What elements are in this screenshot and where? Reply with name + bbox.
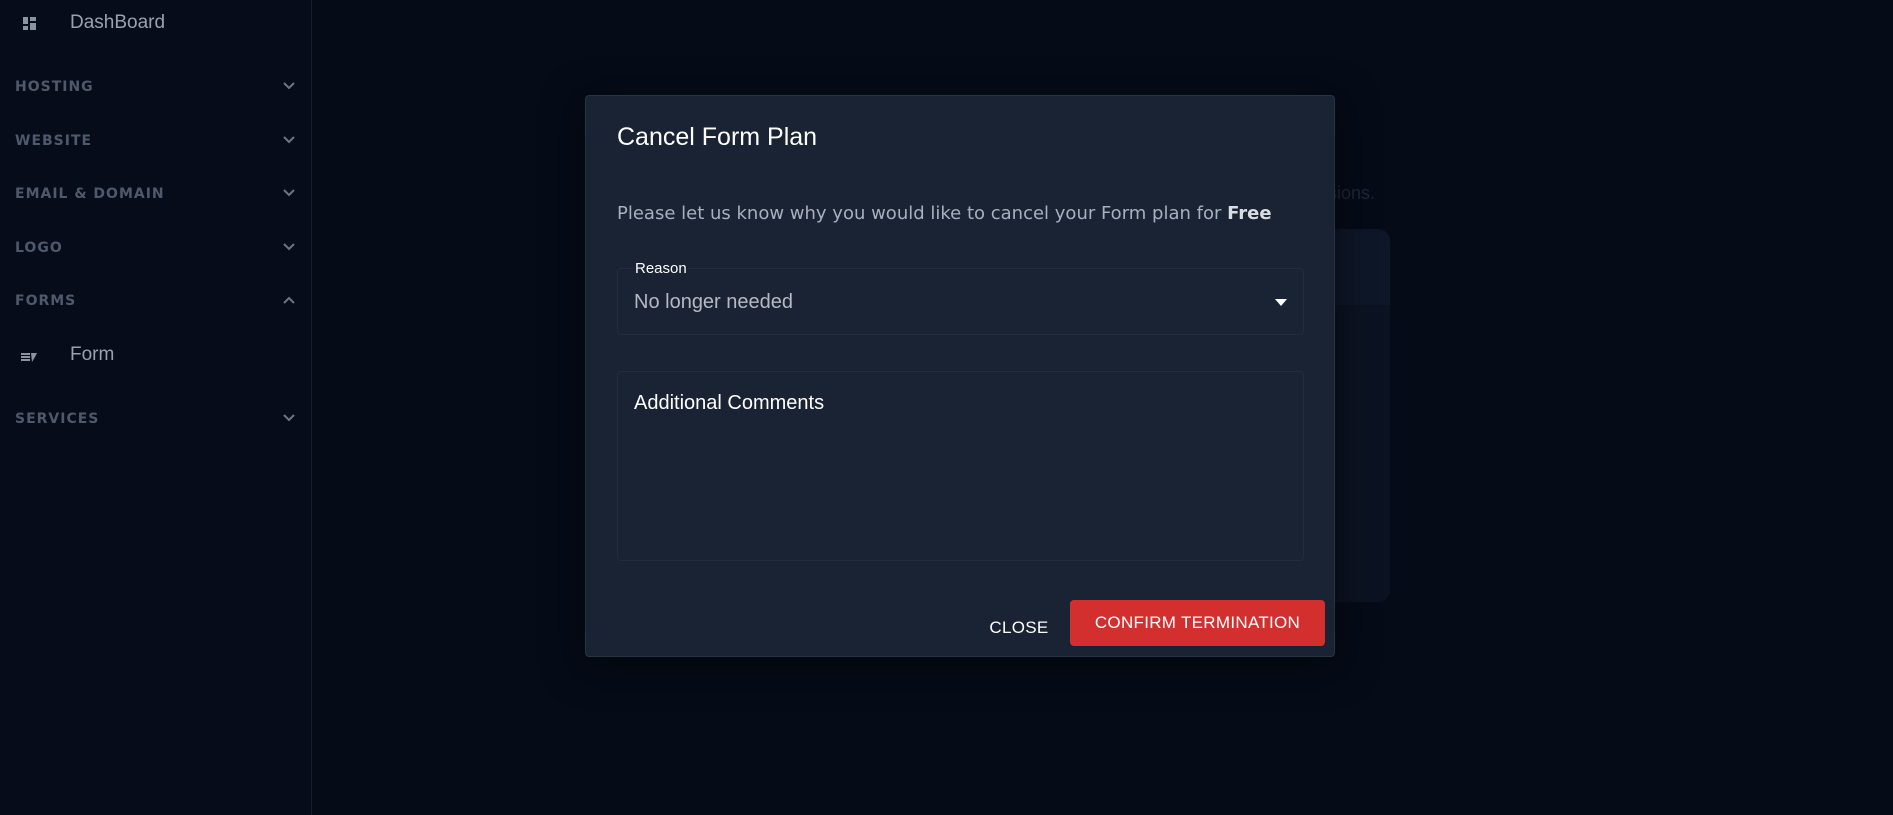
reason-value: No longer needed (634, 291, 794, 313)
section-label: LOGO (15, 240, 63, 256)
sidebar-item-form[interactable]: Form (0, 340, 312, 374)
sidebar-item-label: DashBoard (70, 12, 166, 33)
confirm-termination-button[interactable]: CONFIRM TERMINATION (1070, 600, 1325, 646)
sidebar-section-hosting[interactable]: HOSTING (0, 70, 312, 106)
chevron-down-icon (283, 189, 295, 197)
comments-label: Additional Comments (634, 392, 825, 414)
sidebar-item-label: Form (70, 344, 115, 365)
plan-name: Free (1227, 203, 1272, 224)
additional-comments-field[interactable]: Additional Comments (617, 371, 1304, 561)
dialog-message: Please let us know why you would like to… (617, 203, 1272, 224)
sidebar-section-services[interactable]: SERVICES (0, 402, 312, 438)
sidebar-section-logo[interactable]: LOGO (0, 231, 312, 267)
section-label: EMAIL & DOMAIN (15, 186, 165, 202)
dialog-message-text: Please let us know why you would like to… (617, 203, 1228, 224)
reason-label: Reason (634, 260, 688, 277)
section-label: HOSTING (15, 79, 94, 95)
reason-select[interactable]: Reason No longer needed (617, 260, 1304, 335)
dialog-title: Cancel Form Plan (617, 123, 818, 151)
chevron-up-icon (283, 296, 295, 304)
caret-down-icon (1275, 299, 1287, 306)
chevron-down-icon (283, 243, 295, 251)
sidebar-item-dashboard[interactable]: DashBoard (0, 0, 312, 46)
section-label: SERVICES (15, 411, 100, 427)
close-button[interactable]: CLOSE (981, 611, 1057, 645)
sidebar-section-email-domain[interactable]: EMAIL & DOMAIN (0, 177, 312, 213)
section-label: WEBSITE (15, 133, 93, 149)
chevron-down-icon (283, 136, 295, 144)
form-icon (21, 353, 37, 362)
sidebar: DashBoard HOSTING WEBSITE EMAIL & DOMAIN… (0, 0, 312, 815)
sidebar-section-forms[interactable]: FORMS (0, 284, 312, 320)
chevron-down-icon (283, 82, 295, 90)
section-label: FORMS (15, 293, 77, 309)
sidebar-section-website[interactable]: WEBSITE (0, 124, 312, 160)
chevron-down-icon (283, 414, 295, 422)
dashboard-icon (23, 17, 36, 30)
cancel-plan-dialog: Cancel Form Plan Please let us know why … (585, 95, 1335, 657)
